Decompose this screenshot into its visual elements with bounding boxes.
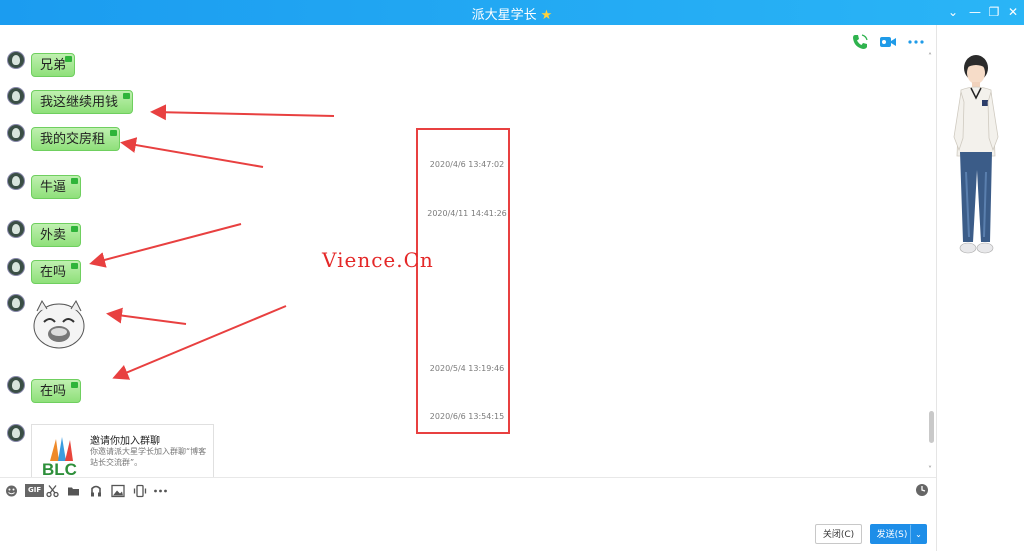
- avatar[interactable]: [7, 294, 25, 312]
- more-icon[interactable]: [907, 33, 925, 51]
- chevron-down-icon[interactable]: ⌄: [944, 3, 962, 21]
- scroll-thumb[interactable]: [929, 411, 934, 443]
- avatar[interactable]: [7, 376, 25, 394]
- close-button[interactable]: 关闭(C): [815, 524, 862, 544]
- image-icon[interactable]: [111, 484, 125, 498]
- title-bar: 派大星学长 ★ ⌄ — ❐ ✕: [0, 0, 1024, 25]
- history-clock-icon[interactable]: [915, 483, 929, 497]
- annotation-box: [416, 128, 510, 434]
- svg-text:BLC: BLC: [42, 460, 77, 477]
- message-bubble[interactable]: 外卖: [31, 223, 82, 247]
- message-bubble[interactable]: 牛逼: [31, 175, 82, 199]
- message-bubble[interactable]: 兄弟: [31, 53, 76, 77]
- send-button[interactable]: 发送(S): [870, 524, 914, 544]
- toolbar-more-icon[interactable]: [153, 484, 168, 498]
- phone-icon[interactable]: [851, 33, 869, 51]
- close-window-button[interactable]: ✕: [1004, 3, 1022, 21]
- avatar[interactable]: [7, 51, 25, 69]
- message-bubble[interactable]: 在吗: [31, 260, 82, 284]
- message-bubble[interactable]: 我的交房租: [31, 127, 121, 151]
- shake-icon[interactable]: [133, 484, 147, 498]
- watermark: Vience.Cn: [322, 248, 434, 272]
- scroll-up-icon[interactable]: ˄: [928, 52, 932, 61]
- gif-icon[interactable]: GIF: [25, 484, 45, 497]
- message-bubble[interactable]: 我这继续用钱: [31, 90, 134, 114]
- avatar[interactable]: [7, 87, 25, 105]
- avatar[interactable]: [7, 220, 25, 238]
- avatar[interactable]: [7, 124, 25, 142]
- scroll-down-icon[interactable]: ˅: [928, 465, 932, 474]
- window-title: 派大星学长 ★: [0, 4, 1024, 23]
- scissors-icon[interactable]: [46, 484, 59, 498]
- avatar[interactable]: [7, 258, 25, 276]
- send-options-dropdown[interactable]: ⌄: [910, 524, 927, 544]
- card-description: 你邀请派大星学长加入群聊“博客站长交流群”。: [90, 447, 207, 467]
- restore-button[interactable]: ❐: [985, 3, 1003, 21]
- avatar[interactable]: [7, 172, 25, 190]
- message-bubble[interactable]: 在吗: [31, 379, 82, 403]
- video-icon[interactable]: [879, 33, 897, 51]
- window-title-text: 派大星学长: [471, 8, 537, 23]
- star-icon: ★: [540, 8, 553, 23]
- group-invite-card[interactable]: BLC 邀请你加入群聊 你邀请派大星学长加入群聊“博客站长交流群”。: [31, 424, 214, 478]
- card-title: 邀请你加入群聊: [90, 436, 160, 447]
- emoji-icon[interactable]: [5, 484, 18, 498]
- laughing-sticker[interactable]: [31, 297, 87, 351]
- minimize-button[interactable]: —: [966, 3, 984, 21]
- avatar-figure: [953, 55, 999, 254]
- folder-icon[interactable]: [67, 484, 80, 498]
- blc-logo-icon: BLC: [42, 437, 77, 477]
- avatar[interactable]: [7, 424, 25, 442]
- contact-avatar-panel: [936, 25, 1024, 551]
- music-icon[interactable]: [90, 484, 102, 498]
